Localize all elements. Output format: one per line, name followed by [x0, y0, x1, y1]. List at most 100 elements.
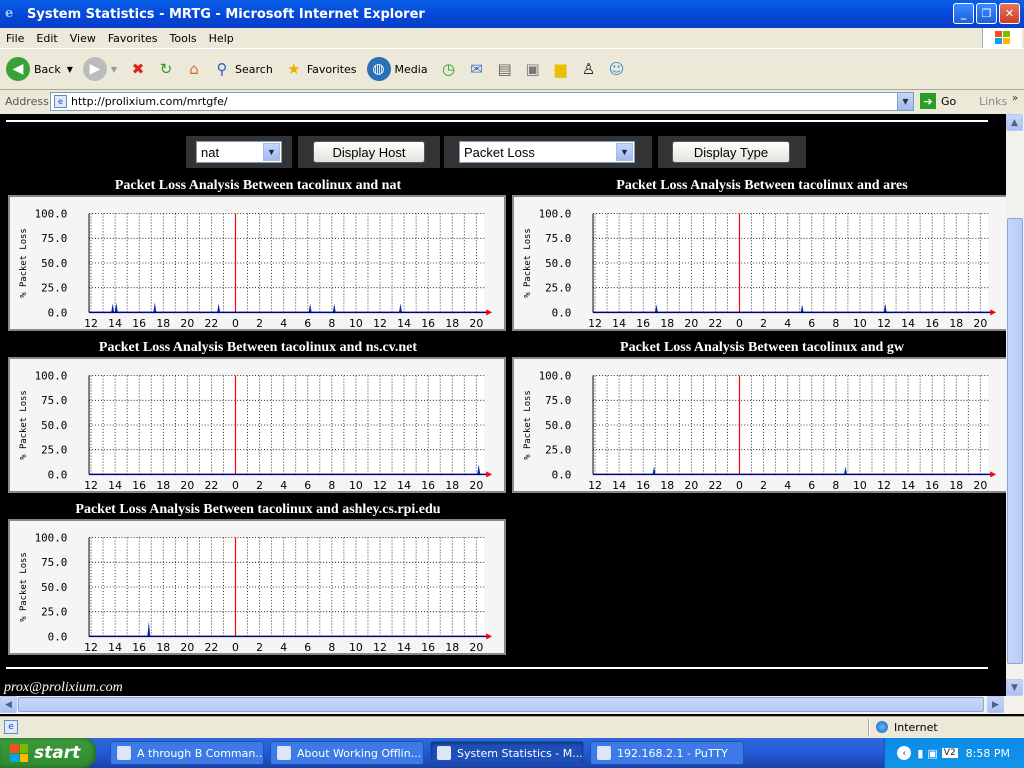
x-tick-label: 20 — [180, 479, 194, 491]
search-label: Search — [235, 62, 273, 76]
links-chevron-icon[interactable]: » — [1012, 93, 1018, 104]
x-tick-label: 6 — [304, 641, 311, 653]
x-tick-label: 0 — [232, 641, 239, 653]
x-tick-label: 12 — [588, 317, 602, 329]
putty-icon — [597, 746, 611, 760]
packet-loss-graph: 100.0 75.0 50.0 25.0 0.0 % Packet Loss 12 14 16 1… — [8, 357, 506, 493]
scroll-right-icon[interactable]: ▶ — [987, 696, 1004, 713]
search-icon: ⚲ — [216, 60, 228, 78]
favorites-button[interactable]: ★ Favorites — [283, 58, 356, 80]
go-button[interactable]: ➔ Go — [920, 93, 956, 109]
y-axis-label: % Packet Loss — [19, 390, 29, 459]
back-dropdown-icon[interactable]: ▼ — [67, 65, 73, 74]
tray-v2-icon[interactable]: V2 — [941, 748, 958, 758]
x-tick-label: 18 — [949, 479, 963, 491]
menu-tools[interactable]: Tools — [164, 32, 203, 45]
forward-dropdown-icon[interactable]: ▼ — [111, 65, 117, 74]
y-tick-label: 25.0 — [41, 282, 67, 295]
x-tick-label: 14 — [397, 479, 411, 491]
x-tick-label: 2 — [760, 479, 767, 491]
menu-help[interactable]: Help — [203, 32, 240, 45]
media-button[interactable]: ◍ Media — [366, 57, 428, 81]
edit-icon[interactable]: ▣ — [522, 58, 544, 80]
history-icon[interactable]: ◷ — [438, 58, 460, 80]
x-tick-label: 0 — [736, 317, 743, 329]
x-tick-label: 20 — [469, 479, 483, 491]
x-tick-label: 16 — [636, 317, 650, 329]
menu-edit[interactable]: Edit — [30, 32, 63, 45]
host-select[interactable]: nat ▼ — [196, 141, 282, 163]
minimize-button[interactable]: _ — [953, 3, 974, 24]
stop-icon[interactable]: ✖ — [127, 58, 149, 80]
media-globe-icon: ◍ — [366, 57, 391, 81]
task-a-through-b[interactable]: A through B Comman... — [110, 741, 264, 765]
vertical-scroll-thumb[interactable] — [1007, 218, 1023, 664]
x-tick-label: 16 — [132, 479, 146, 491]
x-tick-label: 20 — [973, 317, 987, 329]
scroll-down-icon[interactable]: ▼ — [1006, 679, 1023, 696]
x-tick-label: 4 — [784, 479, 791, 491]
back-button[interactable]: ◀ Back ▼ — [6, 57, 73, 81]
graph-title: Packet Loss Analysis Between tacolinux a… — [98, 340, 418, 355]
close-button[interactable]: ✕ — [999, 3, 1020, 24]
x-axis-arrow — [486, 309, 493, 316]
x-tick-label: 2 — [760, 317, 767, 329]
host-select-arrow-icon[interactable]: ▼ — [263, 143, 280, 161]
x-tick-label: 16 — [636, 479, 650, 491]
address-dropdown-icon[interactable]: ▼ — [897, 93, 913, 110]
home-icon[interactable]: ⌂ — [183, 58, 205, 80]
type-select-arrow-icon[interactable]: ▼ — [616, 143, 633, 161]
x-tick-label: 18 — [156, 641, 170, 653]
contacts-icon[interactable]: ☺ — [606, 58, 628, 80]
address-input[interactable]: e http://prolixium.com/mrtgfe/ ▼ — [50, 92, 914, 111]
graph-title: Packet Loss Analysis Between tacolinux a… — [616, 178, 908, 193]
display-host-button[interactable]: Display Host — [313, 141, 425, 163]
horizontal-scroll-thumb[interactable] — [18, 697, 984, 712]
links-button[interactable]: Links — [979, 95, 1007, 108]
display-type-button[interactable]: Display Type — [672, 141, 790, 163]
discuss-icon[interactable]: ▆ — [550, 58, 572, 80]
horizontal-scrollbar[interactable]: ◀ ▶ — [0, 696, 1006, 714]
refresh-icon[interactable]: ↻ — [155, 58, 177, 80]
y-tick-label: 100.0 — [35, 370, 68, 383]
tray-network-icon[interactable]: ▣ — [927, 747, 937, 760]
tray-expand-icon[interactable]: ‹ — [897, 746, 912, 760]
x-axis-arrow — [486, 471, 493, 478]
print-icon[interactable]: ▤ — [494, 58, 516, 80]
task-system-statistics[interactable]: System Statistics - M... — [430, 741, 584, 765]
menu-favorites[interactable]: Favorites — [102, 32, 164, 45]
maximize-button[interactable]: ❐ — [976, 3, 997, 24]
x-tick-label: 10 — [349, 479, 363, 491]
y-tick-label: 50.0 — [41, 419, 67, 432]
footer-email-link[interactable]: prox@prolixium.com — [4, 680, 123, 696]
x-axis-arrow — [990, 309, 997, 316]
security-zone-label: Internet — [894, 721, 938, 734]
search-button[interactable]: ⚲ Search — [211, 58, 273, 80]
back-label: Back — [34, 62, 61, 76]
tray-battery-icon[interactable]: ▮ — [917, 747, 923, 760]
y-tick-label: 75.0 — [545, 394, 571, 407]
address-url: http://prolixium.com/mrtgfe/ — [71, 95, 228, 108]
task-putty[interactable]: 192.168.2.1 - PuTTY — [590, 741, 744, 765]
type-select[interactable]: Packet Loss ▼ — [459, 141, 635, 163]
x-tick-label: 18 — [949, 317, 963, 329]
task-about-working-offline[interactable]: About Working Offlin... — [270, 741, 424, 765]
mail-icon[interactable]: ✉ — [466, 58, 488, 80]
x-tick-label: 22 — [205, 641, 219, 653]
messenger-icon[interactable]: ♙ — [578, 58, 600, 80]
packet-loss-graph: 100.0 75.0 50.0 25.0 0.0 % Packet Loss 12 14 16 1… — [8, 519, 506, 655]
x-tick-label: 8 — [832, 317, 839, 329]
x-tick-label: 22 — [205, 317, 219, 329]
scroll-left-icon[interactable]: ◀ — [0, 696, 17, 713]
menu-file[interactable]: File — [0, 32, 30, 45]
go-arrow-icon: ➔ — [920, 93, 936, 109]
forward-button[interactable]: ▶ ▼ — [82, 57, 117, 81]
x-tick-label: 12 — [84, 317, 98, 329]
x-tick-label: 2 — [256, 479, 263, 491]
vertical-scrollbar[interactable]: ▲ ▼ — [1006, 114, 1024, 714]
ie-window-icon — [437, 746, 451, 760]
scroll-up-icon[interactable]: ▲ — [1006, 114, 1023, 131]
x-tick-label: 20 — [973, 479, 987, 491]
start-button[interactable]: start — [0, 738, 96, 768]
menu-view[interactable]: View — [64, 32, 102, 45]
